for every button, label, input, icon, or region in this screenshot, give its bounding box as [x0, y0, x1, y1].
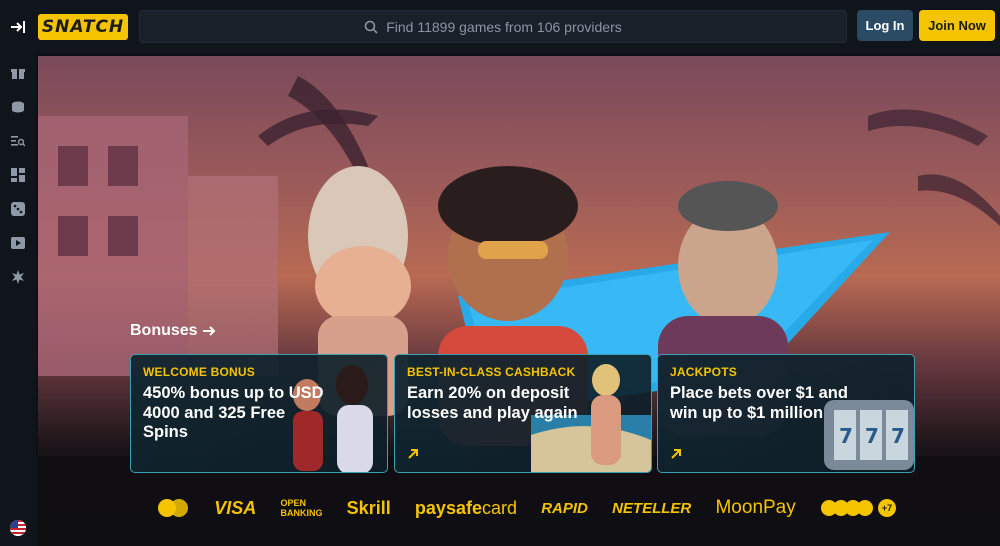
hero-banner[interactable]: Bonuses WELCOME BONUS 450% bonus up to U… — [38, 56, 1000, 546]
bonus-text: Earn 20% on deposit losses and play agai… — [407, 384, 578, 422]
open-banking-logo: OPEN BANKING — [280, 498, 322, 518]
bonus-card-cashback[interactable]: BEST-IN-CLASS CASHBACK Earn 20% on depos… — [394, 354, 652, 473]
search-icon — [364, 20, 378, 34]
logo[interactable]: SNATCH — [38, 14, 128, 40]
star-burst-icon[interactable] — [9, 268, 27, 286]
paysafecard-logo: paysafecard — [415, 498, 517, 519]
search-placeholder: Find 11899 games from 106 providers — [386, 18, 622, 35]
sidebar-toggle-icon[interactable] — [0, 0, 36, 54]
join-now-button[interactable]: Join Now — [919, 10, 995, 41]
crypto-coins-icon — [820, 500, 873, 516]
skrill-logo: Skrill — [346, 497, 391, 518]
play-icon[interactable] — [9, 234, 27, 252]
paysafe-text: paysafe — [414, 497, 482, 518]
sidebar — [0, 54, 36, 546]
svg-text:7: 7 — [839, 424, 853, 448]
rapid-logo: RAPID — [541, 499, 588, 517]
arrow-up-right-icon — [671, 449, 681, 459]
crypto-logos: +7 — [820, 499, 896, 517]
card-text: card — [481, 497, 517, 518]
search-input[interactable]: Find 11899 games from 106 providers — [139, 10, 847, 43]
bonuses-link[interactable]: Bonuses — [130, 322, 216, 340]
moonpay-logo: MoonPay — [715, 497, 796, 518]
gift-icon[interactable] — [9, 64, 27, 82]
logo-text: SNATCH — [41, 17, 125, 37]
svg-text:7: 7 — [865, 424, 879, 448]
bonus-card-jackpots[interactable]: JACKPOTS Place bets over $1 and win up t… — [657, 354, 915, 473]
neteller-logo: NETELLER — [612, 499, 692, 517]
bonus-text: 450% bonus up to USD 4000 and 325 Free S… — [143, 384, 324, 441]
open-banking-line1: OPEN — [280, 498, 306, 508]
arrow-up-right-icon — [408, 449, 418, 459]
grid-icon[interactable] — [9, 166, 27, 184]
us-flag-icon[interactable] — [10, 520, 26, 536]
bonus-card-welcome[interactable]: WELCOME BONUS 450% bonus up to USD 4000 … — [130, 354, 388, 473]
payment-methods: VISA OPEN BANKING Skrill paysafecard RAP… — [156, 490, 896, 526]
coins-icon[interactable] — [9, 98, 27, 116]
svg-text:7: 7 — [891, 424, 905, 448]
login-button[interactable]: Log In — [857, 10, 913, 41]
arrow-right-icon — [202, 326, 215, 336]
bonuses-label: Bonuses — [130, 322, 198, 339]
list-search-icon[interactable] — [9, 132, 27, 150]
mastercard-logo — [158, 499, 188, 517]
dice-icon[interactable] — [9, 200, 27, 218]
crypto-more-count: +7 — [877, 499, 896, 517]
visa-logo: VISA — [214, 497, 257, 518]
bonus-text: Place bets over $1 and win up to $1 mill… — [670, 384, 848, 422]
open-banking-line2: BANKING — [280, 508, 323, 518]
